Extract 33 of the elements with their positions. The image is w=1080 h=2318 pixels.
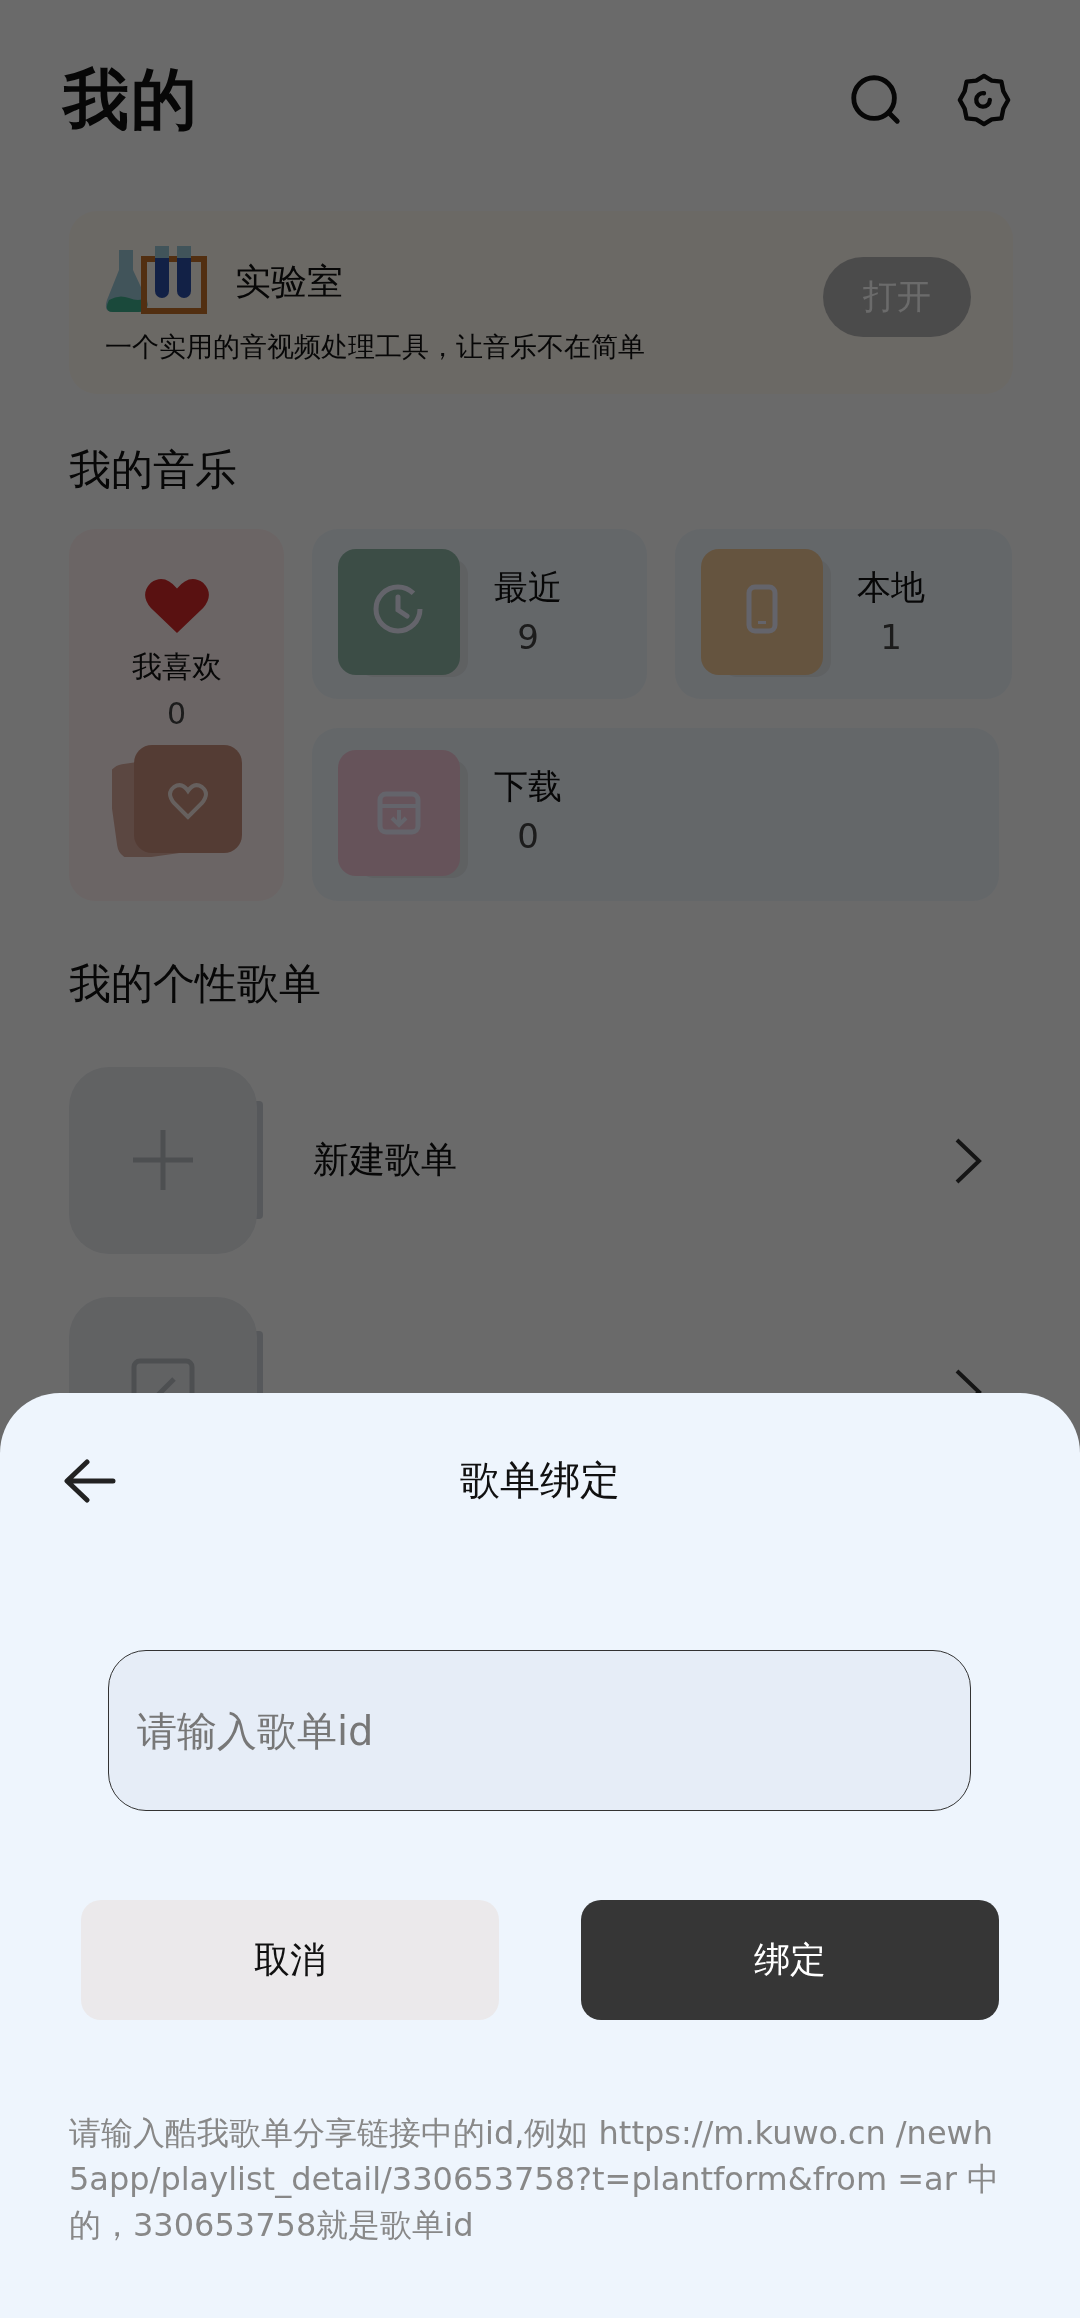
- tile-label: 下载: [494, 765, 562, 808]
- heart-cover-icon: [111, 745, 242, 857]
- bind-button[interactable]: 绑定: [581, 1900, 999, 2020]
- playlist-row[interactable]: 新建歌单: [69, 1067, 1013, 1254]
- music-tile[interactable]: 本地 1: [675, 529, 1012, 699]
- favorites-count: 0: [166, 696, 187, 731]
- back-arrow-icon[interactable]: [63, 1458, 117, 1503]
- edit-icon: [69, 1297, 263, 1393]
- lab-title: 实验室: [235, 259, 344, 304]
- section-heading: 我的个性歌单: [69, 958, 322, 1010]
- hint-text: 请输入酷我歌单分享链接中的id,例如 https://m.kuwo.cn /newh5app/playlist_detail/330653758?t=plantform&from =ar 中的，330653758就是歌单id: [69, 2113, 1000, 2246]
- cancel-button[interactable]: 取消: [81, 1900, 499, 2020]
- section-heading: 我的音乐: [69, 444, 238, 496]
- music-tile[interactable]: 最近 9: [312, 529, 647, 699]
- dialog-title: 歌单绑定: [460, 1456, 620, 1505]
- tile-count: 1: [880, 617, 902, 657]
- plus-icon: [69, 1067, 263, 1254]
- favorites-label: 我喜欢: [131, 648, 222, 686]
- chevron-icon: [953, 1367, 983, 1393]
- recent-tile-icon: [338, 549, 468, 679]
- favorites-card[interactable]: 我喜欢 0: [69, 529, 284, 901]
- page-title: 我的: [63, 60, 199, 140]
- tile-label: 最近: [494, 566, 562, 609]
- tile-label: 本地: [857, 566, 925, 609]
- heart-icon: [142, 577, 211, 635]
- settings-icon[interactable]: [955, 71, 1013, 129]
- local-tile-icon: [701, 549, 831, 679]
- tile-count: 0: [517, 816, 539, 856]
- tile-count: 9: [517, 617, 539, 657]
- playlist-id-field[interactable]: 请输入歌单id: [108, 1650, 971, 1811]
- playlist-label: 新建歌单: [313, 1138, 458, 1182]
- lab-description: 一个实用的音视频处理工具，让音乐不在简单: [105, 330, 646, 364]
- music-tile[interactable]: 下载 0: [312, 728, 999, 901]
